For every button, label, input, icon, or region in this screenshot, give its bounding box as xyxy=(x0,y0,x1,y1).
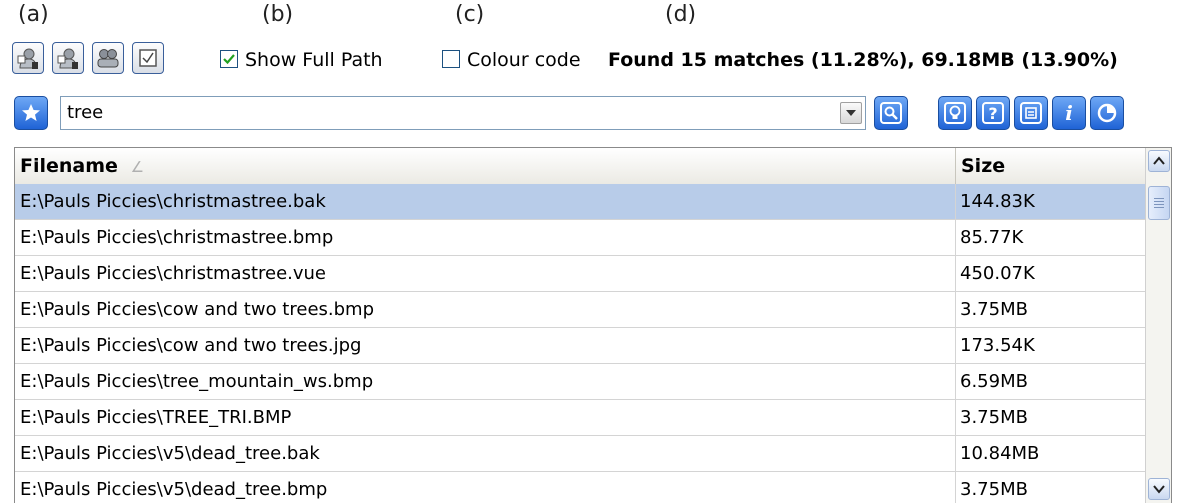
caption-d: (d) xyxy=(665,2,697,27)
chevron-down-icon xyxy=(1153,485,1165,494)
search-button[interactable] xyxy=(874,96,908,130)
column-header-filename[interactable]: Filename ∠ xyxy=(15,148,955,184)
checkmark-icon xyxy=(223,54,235,65)
size-cell: 3.75MB xyxy=(960,479,1028,500)
search-user-a-icon xyxy=(17,48,38,69)
caption-a: (a) xyxy=(18,2,49,27)
star-icon xyxy=(22,104,40,121)
table-row[interactable]: E:\Pauls Piccies\christmastree.vue 450.0… xyxy=(15,256,1145,292)
size-cell: 144.83K xyxy=(960,191,1035,212)
pie-chart-icon xyxy=(1097,103,1117,123)
tips-button[interactable] xyxy=(938,96,972,130)
info-icon: i xyxy=(1065,101,1073,125)
table-row[interactable]: E:\Pauls Piccies\v5\dead_tree.bmp 3.75MB xyxy=(15,472,1145,503)
search-archive-button[interactable] xyxy=(12,42,44,74)
save-results-button[interactable] xyxy=(1014,96,1048,130)
size-cell: 10.84MB xyxy=(960,443,1040,464)
search-field[interactable] xyxy=(60,96,866,130)
column-header-size[interactable]: Size xyxy=(955,148,1145,184)
caption-b: (b) xyxy=(262,2,294,27)
chevron-up-icon xyxy=(1153,156,1165,165)
column-header-filename-label: Filename xyxy=(20,155,118,177)
colour-code-label: Colour code xyxy=(467,49,581,71)
help-button[interactable]: ? xyxy=(976,96,1010,130)
caption-c: (c) xyxy=(455,2,485,27)
found-summary: Found 15 matches (11.28%), 69.18MB (13.9… xyxy=(608,49,1118,71)
size-cell: 173.54K xyxy=(960,335,1035,356)
size-cell: 450.07K xyxy=(960,263,1035,284)
users-button[interactable] xyxy=(92,42,124,74)
filename-cell: E:\Pauls Piccies\cow and two trees.jpg xyxy=(20,335,362,356)
search-user-h-icon xyxy=(57,48,78,69)
save-icon xyxy=(1025,107,1037,119)
table-row[interactable]: E:\Pauls Piccies\cow and two trees.bmp 3… xyxy=(15,292,1145,328)
help-icon: ? xyxy=(982,102,1004,124)
results-list[interactable]: Filename ∠ Size E:\Pauls Piccies\christm… xyxy=(14,147,1172,503)
filename-cell: E:\Pauls Piccies\TREE_TRI.BMP xyxy=(20,407,292,428)
show-full-path-checkbox[interactable] xyxy=(220,50,238,68)
checkbox-icon xyxy=(139,49,157,67)
scroll-up-button[interactable] xyxy=(1148,150,1170,172)
sort-ascending-icon: ∠ xyxy=(130,158,145,176)
favourites-button[interactable] xyxy=(14,96,48,130)
size-cell: 6.59MB xyxy=(960,371,1028,392)
size-cell: 85.77K xyxy=(960,227,1024,248)
vertical-scrollbar[interactable] xyxy=(1145,148,1171,503)
size-cell: 3.75MB xyxy=(960,299,1028,320)
filename-cell: E:\Pauls Piccies\v5\dead_tree.bmp xyxy=(20,479,328,500)
scroll-thumb[interactable] xyxy=(1148,186,1170,220)
chevron-down-icon xyxy=(846,110,856,116)
table-row[interactable]: E:\Pauls Piccies\TREE_TRI.BMP 3.75MB xyxy=(15,400,1145,436)
list-header: Filename ∠ Size xyxy=(15,148,1145,185)
search-history-button[interactable] xyxy=(52,42,84,74)
table-row[interactable]: E:\Pauls Piccies\christmastree.bak 144.8… xyxy=(15,184,1145,220)
table-row[interactable]: E:\Pauls Piccies\v5\dead_tree.bak 10.84M… xyxy=(15,436,1145,472)
search-icon xyxy=(884,106,898,120)
colour-code-checkbox[interactable] xyxy=(442,50,460,68)
filename-cell: E:\Pauls Piccies\tree_mountain_ws.bmp xyxy=(20,371,374,392)
scroll-down-button[interactable] xyxy=(1148,478,1170,500)
select-all-button[interactable] xyxy=(132,42,164,74)
filename-cell: E:\Pauls Piccies\cow and two trees.bmp xyxy=(20,299,375,320)
table-row[interactable]: E:\Pauls Piccies\tree_mountain_ws.bmp 6.… xyxy=(15,364,1145,400)
users-icon xyxy=(97,49,119,68)
filename-cell: E:\Pauls Piccies\christmastree.bmp xyxy=(20,227,334,248)
filename-cell: E:\Pauls Piccies\v5\dead_tree.bak xyxy=(20,443,320,464)
filename-cell: E:\Pauls Piccies\christmastree.vue xyxy=(20,263,327,284)
table-row[interactable]: E:\Pauls Piccies\cow and two trees.jpg 1… xyxy=(15,328,1145,364)
show-full-path-label: Show Full Path xyxy=(245,49,383,71)
statistics-button[interactable] xyxy=(1090,96,1124,130)
table-row[interactable]: E:\Pauls Piccies\christmastree.bmp 85.77… xyxy=(15,220,1145,256)
search-input[interactable] xyxy=(61,97,821,127)
filename-cell: E:\Pauls Piccies\christmastree.bak xyxy=(20,191,326,212)
bulb-icon xyxy=(949,105,961,119)
search-history-dropdown[interactable] xyxy=(840,102,862,124)
info-button[interactable]: i xyxy=(1052,96,1086,130)
size-cell: 3.75MB xyxy=(960,407,1028,428)
column-header-size-label: Size xyxy=(961,155,1006,177)
